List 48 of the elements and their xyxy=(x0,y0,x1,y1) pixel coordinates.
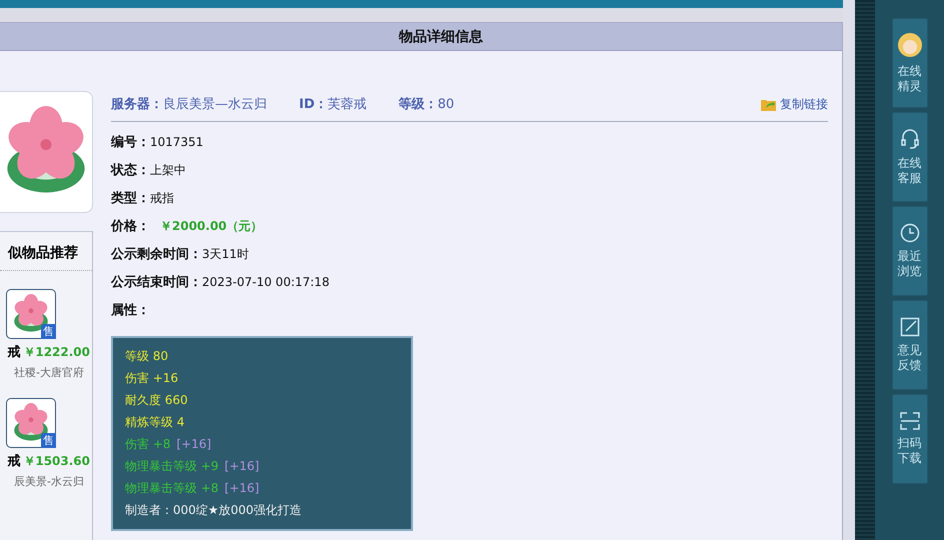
folder-icon xyxy=(761,98,776,110)
item-name[interactable]: 戒 xyxy=(7,343,20,361)
field-label: 公示结束时间： xyxy=(111,274,202,291)
copy-link[interactable]: 复制链接 xyxy=(761,96,828,112)
attribute-line: 制造者：000绽★放000强化打造 xyxy=(125,502,303,519)
attribute-line: 物理暴击等级 +9 [+16] xyxy=(125,458,260,475)
field-value: 上架中 xyxy=(150,162,186,178)
field-value: 戒指 xyxy=(150,190,174,206)
field-value: 1017351 xyxy=(150,135,204,149)
attribute-line: 伤害 +16 xyxy=(125,370,180,387)
summary-text: ID：芙蓉戒 xyxy=(299,96,367,113)
sidebar-button[interactable]: 在线精灵 xyxy=(892,18,928,108)
sidebar-button[interactable]: 意见反馈 xyxy=(892,300,928,390)
edit-icon xyxy=(900,317,920,337)
field-label: 类型： xyxy=(111,190,150,207)
sidebar-button[interactable]: 扫码下载 xyxy=(892,394,928,484)
item-thumbnail[interactable]: 售 xyxy=(6,398,56,448)
item-thumbnail[interactable]: 售 xyxy=(6,289,56,339)
similar-items-title: 似物品推荐 xyxy=(0,232,92,271)
field-value: 2023-07-10 00:17:18 xyxy=(202,275,330,289)
item-price: ￥1222.00 xyxy=(23,344,90,360)
item-server: 社稷-大唐官府 xyxy=(14,365,85,380)
panel-title: 物品详细信息 xyxy=(0,23,842,51)
sidebar-button[interactable]: 在线客服 xyxy=(892,112,928,202)
field-value: 3天11时 xyxy=(202,246,249,262)
field-label: 属性： xyxy=(111,302,150,319)
field-value: ￥2000.00（元） xyxy=(160,218,263,234)
sale-badge: 售 xyxy=(41,324,56,339)
clock-icon xyxy=(900,223,920,243)
sale-badge: 售 xyxy=(41,433,56,448)
attribute-line: 等级 80 xyxy=(125,348,170,365)
attribute-line: 伤害 +8 [+16] xyxy=(125,436,212,453)
field-label: 编号： xyxy=(111,134,150,151)
attribute-line: 耐久度 660 xyxy=(125,392,189,409)
attribute-line: 物理暴击等级 +8 [+16] xyxy=(125,480,260,497)
summary-text: 等级：80 xyxy=(398,96,454,113)
field-label: 价格： xyxy=(111,218,150,235)
field-label: 公示剩余时间： xyxy=(111,246,202,263)
item-server: 辰美景-水云归 xyxy=(14,474,85,489)
avatar-icon xyxy=(896,32,922,58)
attribute-line: 精炼等级 4 xyxy=(125,414,186,431)
scan-icon xyxy=(900,412,920,430)
item-name[interactable]: 戒 xyxy=(7,452,20,470)
field-label: 状态： xyxy=(111,162,150,179)
sidebar-button[interactable]: 最近浏览 xyxy=(892,206,928,296)
item-price: ￥1503.60 xyxy=(23,452,90,470)
summary-text: 服务器：良辰美景—水云归 xyxy=(111,96,267,113)
headset-icon xyxy=(900,128,920,150)
